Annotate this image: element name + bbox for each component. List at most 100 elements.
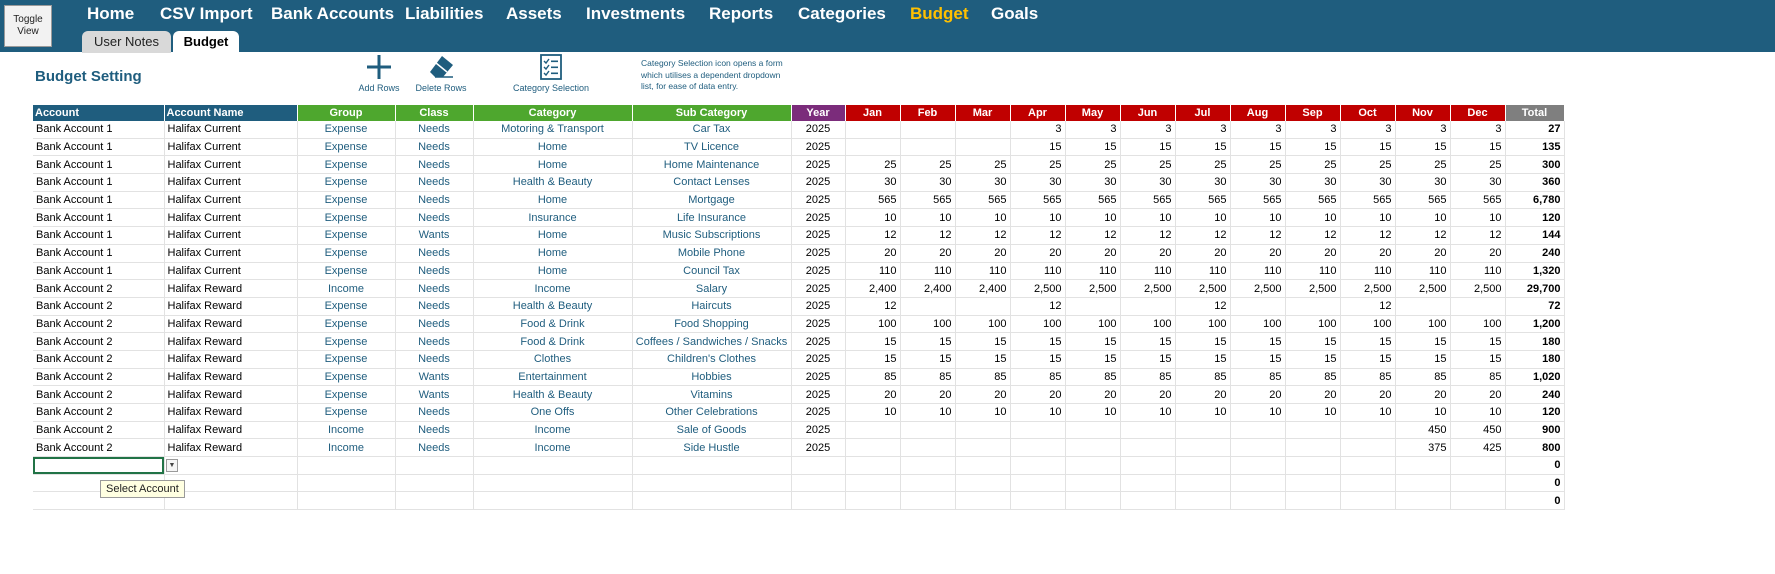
- cell-sub-category[interactable]: Salary: [632, 279, 792, 298]
- cell-aug[interactable]: 10: [1230, 403, 1286, 422]
- cell-account-name[interactable]: Halifax Reward: [164, 438, 298, 458]
- cell-may[interactable]: 15: [1065, 350, 1121, 369]
- cell-jul[interactable]: [1175, 491, 1231, 511]
- cell-jul[interactable]: 12: [1175, 226, 1231, 245]
- cell-jun[interactable]: 20: [1120, 385, 1176, 404]
- cell-oct[interactable]: [1340, 474, 1396, 493]
- cell-account-name[interactable]: Halifax Current: [164, 155, 298, 175]
- cell-feb[interactable]: 30: [900, 173, 956, 192]
- add-rows-button[interactable]: Add Rows: [356, 53, 402, 93]
- cell-apr[interactable]: 25: [1010, 155, 1066, 175]
- cell-jan[interactable]: 20: [845, 244, 901, 263]
- cell-oct[interactable]: 20: [1340, 385, 1396, 404]
- cell-aug[interactable]: 10: [1230, 208, 1286, 228]
- cell-dec[interactable]: 15: [1450, 350, 1506, 369]
- cell-class[interactable]: Wants: [395, 226, 474, 245]
- cell-apr[interactable]: 15: [1010, 138, 1066, 157]
- cell-account-name[interactable]: Halifax Current: [164, 173, 298, 192]
- cell-group[interactable]: Expense: [297, 297, 396, 316]
- cell-aug[interactable]: [1230, 297, 1286, 316]
- cell-aug[interactable]: [1230, 421, 1286, 440]
- cell-total[interactable]: 240: [1505, 244, 1565, 263]
- cell-group[interactable]: Expense: [297, 315, 396, 334]
- cell-dec[interactable]: 25: [1450, 155, 1506, 175]
- cell-nov[interactable]: [1395, 474, 1451, 493]
- cell-account-name[interactable]: [164, 456, 298, 475]
- cell-aug[interactable]: 100: [1230, 315, 1286, 334]
- cell-year[interactable]: 2025: [791, 191, 846, 210]
- cell-aug[interactable]: 2,500: [1230, 279, 1286, 298]
- cell-account[interactable]: Bank Account 1: [33, 138, 165, 157]
- cell-category[interactable]: Insurance: [473, 208, 633, 228]
- cell-feb[interactable]: 2,400: [900, 279, 956, 298]
- cell-aug[interactable]: 12: [1230, 226, 1286, 245]
- cell-jul[interactable]: 15: [1175, 332, 1231, 351]
- cell-sub-category[interactable]: [632, 474, 792, 493]
- cell-account-name[interactable]: Halifax Current: [164, 121, 298, 139]
- cell-apr[interactable]: [1010, 456, 1066, 475]
- cell-mar[interactable]: [955, 121, 1011, 139]
- cell-sep[interactable]: 2,500: [1285, 279, 1341, 298]
- cell-feb[interactable]: 565: [900, 191, 956, 210]
- cell-sub-category[interactable]: [632, 456, 792, 475]
- toggle-view-button[interactable]: Toggle View: [4, 5, 52, 47]
- cell-mar[interactable]: [955, 456, 1011, 475]
- nav-goals[interactable]: Goals: [991, 4, 1038, 24]
- cell-apr[interactable]: 3: [1010, 121, 1066, 139]
- cell-class[interactable]: Needs: [395, 121, 474, 139]
- cell-group[interactable]: Expense: [297, 262, 396, 281]
- cell-sub-category[interactable]: Other Celebrations: [632, 403, 792, 422]
- cell-jul[interactable]: 10: [1175, 208, 1231, 228]
- cell-jul[interactable]: 85: [1175, 368, 1231, 387]
- cell-account[interactable]: Bank Account 1: [33, 226, 165, 245]
- cell-account[interactable]: Bank Account 2: [33, 279, 165, 298]
- cell-dec[interactable]: [1450, 456, 1506, 475]
- cell-account[interactable]: Bank Account 2: [33, 438, 165, 458]
- cell-nov[interactable]: 20: [1395, 385, 1451, 404]
- cell-account-name[interactable]: Halifax Current: [164, 208, 298, 228]
- cell-sep[interactable]: [1285, 438, 1341, 458]
- cell-class[interactable]: Needs: [395, 173, 474, 192]
- cell-oct[interactable]: 15: [1340, 138, 1396, 157]
- cell-feb[interactable]: [900, 474, 956, 493]
- cell-year[interactable]: 2025: [791, 332, 846, 351]
- cell-category[interactable]: Home: [473, 262, 633, 281]
- cell-account-name[interactable]: Halifax Reward: [164, 421, 298, 440]
- cell-sep[interactable]: 15: [1285, 332, 1341, 351]
- cell-account-name[interactable]: Halifax Reward: [164, 297, 298, 316]
- cell-apr[interactable]: 12: [1010, 226, 1066, 245]
- cell-jun[interactable]: 100: [1120, 315, 1176, 334]
- cell-oct[interactable]: 20: [1340, 244, 1396, 263]
- cell-apr[interactable]: 85: [1010, 368, 1066, 387]
- cell-nov[interactable]: [1395, 297, 1451, 316]
- cell-may[interactable]: 15: [1065, 138, 1121, 157]
- cell-class[interactable]: [395, 491, 474, 511]
- cell-dec[interactable]: 110: [1450, 262, 1506, 281]
- cell-oct[interactable]: [1340, 456, 1396, 475]
- cell-dec[interactable]: 15: [1450, 332, 1506, 351]
- cell-category[interactable]: Clothes: [473, 350, 633, 369]
- cell-group[interactable]: Expense: [297, 368, 396, 387]
- cell-account[interactable]: [33, 456, 165, 475]
- cell-jun[interactable]: 565: [1120, 191, 1176, 210]
- cell-apr[interactable]: 30: [1010, 173, 1066, 192]
- cell-jun[interactable]: 12: [1120, 226, 1176, 245]
- cell-jun[interactable]: 110: [1120, 262, 1176, 281]
- cell-jul[interactable]: 25: [1175, 155, 1231, 175]
- cell-jan[interactable]: 565: [845, 191, 901, 210]
- cell-account[interactable]: Bank Account 2: [33, 421, 165, 440]
- cell-sub-category[interactable]: Children's Clothes: [632, 350, 792, 369]
- cell-dec[interactable]: 20: [1450, 385, 1506, 404]
- cell-may[interactable]: [1065, 297, 1121, 316]
- cell-sub-category[interactable]: [632, 491, 792, 511]
- cell-feb[interactable]: 10: [900, 403, 956, 422]
- tab-user-notes[interactable]: User Notes: [82, 31, 171, 53]
- cell-group[interactable]: Expense: [297, 138, 396, 157]
- cell-sub-category[interactable]: Sale of Goods: [632, 421, 792, 440]
- cell-oct[interactable]: [1340, 491, 1396, 511]
- cell-total[interactable]: 240: [1505, 385, 1565, 404]
- cell-aug[interactable]: 85: [1230, 368, 1286, 387]
- cell-group[interactable]: Expense: [297, 121, 396, 139]
- cell-group[interactable]: Expense: [297, 244, 396, 263]
- cell-aug[interactable]: 3: [1230, 121, 1286, 139]
